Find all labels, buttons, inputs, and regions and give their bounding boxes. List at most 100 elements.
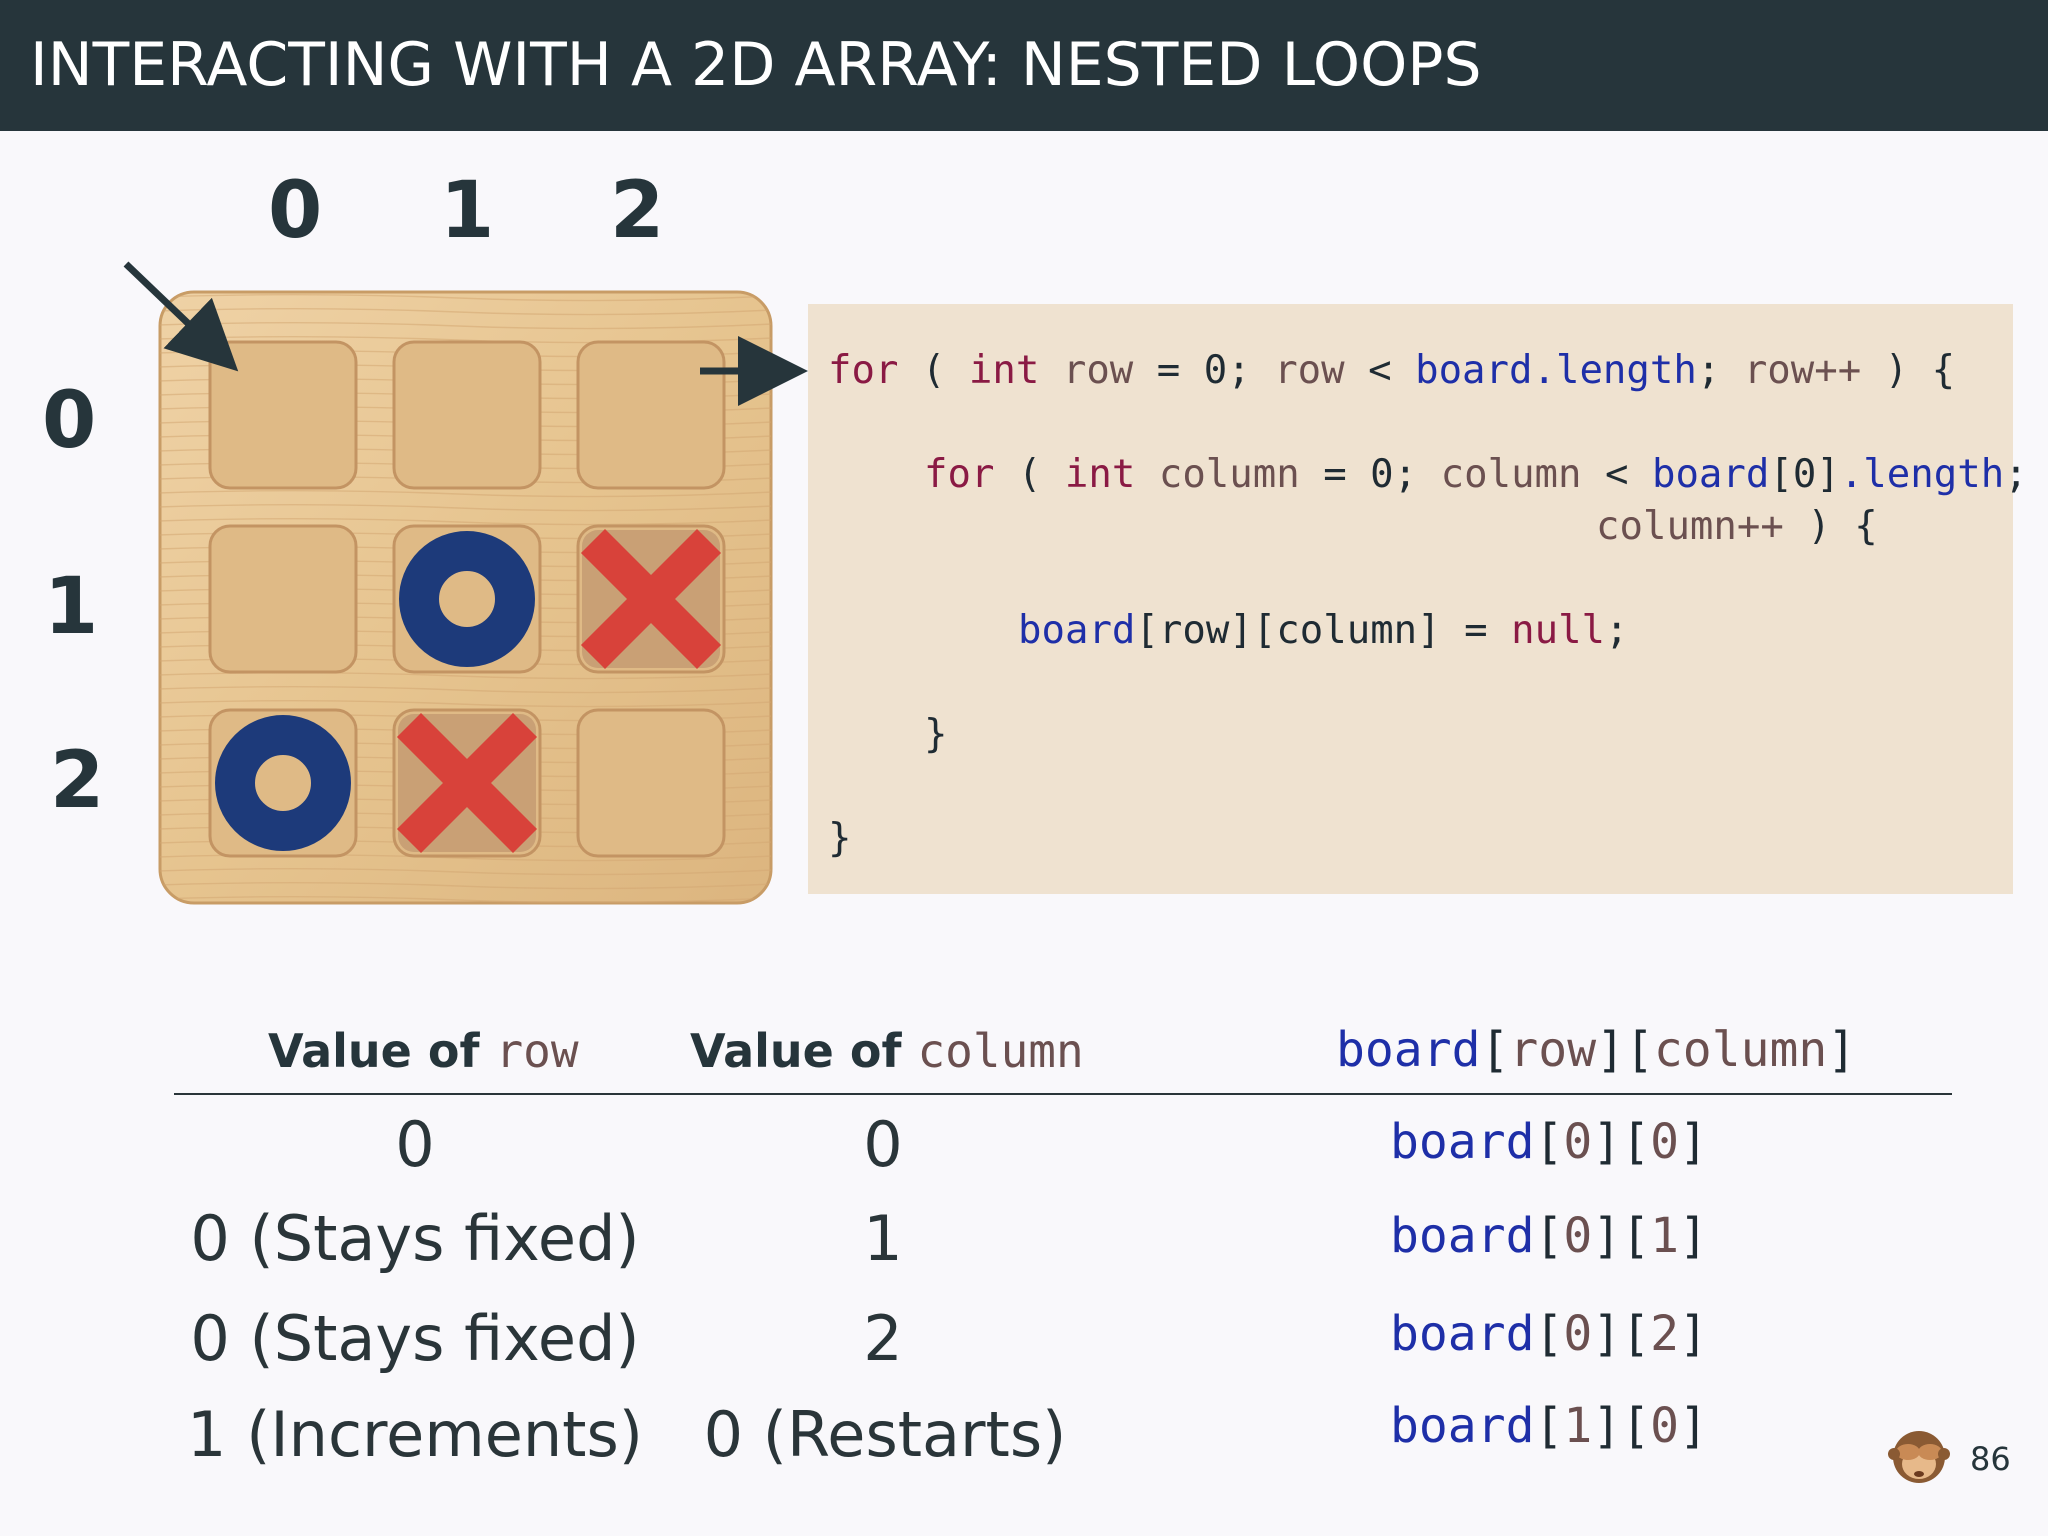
code-token: < xyxy=(1581,452,1652,497)
board-well xyxy=(392,340,542,490)
code-block: for ( int row = 0; row < board .length; r… xyxy=(808,304,2028,894)
slide-title: INTERACTING WITH A 2D ARRAY: NESTED LOOP… xyxy=(30,30,1482,100)
column-index-0: 0 xyxy=(268,166,323,256)
tic-tac-toe-board-image xyxy=(158,290,773,905)
header-row-value: Value of row xyxy=(268,1024,579,1078)
board-svg xyxy=(158,290,773,905)
expr-token: 1 xyxy=(1650,1208,1680,1264)
expr-token: [ xyxy=(1534,1114,1564,1170)
cell-column-value: 2 xyxy=(863,1302,903,1375)
code-token: board xyxy=(1651,452,1770,497)
code-token: = 0; xyxy=(1299,452,1441,497)
code-line-inner-for: for ( int column = 0; column < board[0].… xyxy=(924,452,2028,497)
board-well xyxy=(576,708,726,858)
code-token: ) { xyxy=(1861,348,1956,393)
code-token: .length xyxy=(1839,452,2005,497)
expr-token: board xyxy=(1390,1114,1535,1170)
code-token: = xyxy=(1440,608,1512,653)
header-text: Value of xyxy=(690,1024,918,1078)
row-index-1: 1 xyxy=(44,562,99,652)
code-token: [row][column] xyxy=(1135,608,1441,653)
header-token: row xyxy=(1509,1022,1597,1078)
title-bar: INTERACTING WITH A 2D ARRAY: NESTED LOOP… xyxy=(0,0,2048,131)
cell-row-value: 0 (Stays fixed) xyxy=(190,1202,640,1275)
cell-board-expression: board[1][0] xyxy=(1390,1398,1708,1454)
code-token: < xyxy=(1344,348,1416,393)
expr-token: 0 xyxy=(1563,1114,1593,1170)
code-token: int xyxy=(1064,452,1136,497)
code-token: column++ xyxy=(1596,504,1784,549)
header-token: [ xyxy=(1480,1022,1510,1078)
code-line-assign: board[row][column] = null; xyxy=(1018,608,1629,653)
cell-column-value: 1 xyxy=(863,1202,903,1275)
code-line-inner-for-cont: column++ ) { xyxy=(1596,504,1878,549)
expr-token: [ xyxy=(1534,1398,1564,1454)
code-token: board xyxy=(1018,608,1136,653)
code-token: int xyxy=(968,348,1040,393)
code-token: ( xyxy=(898,348,969,393)
cell-board-expression: board[0][0] xyxy=(1390,1114,1708,1170)
header-column-value: Value of column xyxy=(690,1024,1084,1078)
code-token: ) { xyxy=(1783,504,1878,549)
code-token: row++ xyxy=(1743,348,1862,393)
expr-token: ][ xyxy=(1592,1114,1651,1170)
cell-board-expression: board[0][2] xyxy=(1390,1306,1708,1362)
code-token: for xyxy=(924,452,995,497)
expr-token: [ xyxy=(1534,1208,1564,1264)
expr-token: ] xyxy=(1679,1114,1708,1170)
header-token: ] xyxy=(1827,1022,1857,1078)
expr-token: 0 xyxy=(1650,1398,1680,1454)
board-well xyxy=(208,340,358,490)
expr-token: ][ xyxy=(1592,1398,1651,1454)
code-token: column xyxy=(1440,452,1582,497)
board-well xyxy=(576,340,726,490)
expr-token: board xyxy=(1390,1306,1535,1362)
expr-token: ] xyxy=(1679,1306,1708,1362)
expr-token: 0 xyxy=(1563,1208,1593,1264)
cell-row-value: 0 xyxy=(395,1108,435,1181)
expr-token: 0 xyxy=(1563,1306,1593,1362)
expr-token: ][ xyxy=(1592,1208,1651,1264)
expr-token: [ xyxy=(1534,1306,1564,1362)
code-token: } xyxy=(924,712,948,757)
expr-token: 1 xyxy=(1563,1398,1593,1454)
expr-token: 2 xyxy=(1650,1306,1680,1362)
expr-token: board xyxy=(1390,1208,1535,1264)
header-token: ][ xyxy=(1596,1022,1654,1078)
code-token: ( xyxy=(994,452,1065,497)
code-token: ; xyxy=(1696,348,1744,393)
cell-row-value: 1 (Increments) xyxy=(187,1398,643,1471)
code-token: row xyxy=(1274,348,1345,393)
row-index-0: 0 xyxy=(42,376,97,466)
column-index-2: 2 xyxy=(610,166,665,256)
page-number: 86 xyxy=(1970,1440,2011,1478)
expr-token: ] xyxy=(1679,1208,1708,1264)
code-token: row xyxy=(1062,348,1134,393)
code-token: } xyxy=(828,816,852,861)
header-var: column xyxy=(917,1024,1084,1078)
see-no-evil-monkey-icon xyxy=(1888,1431,1950,1483)
header-token: board xyxy=(1336,1022,1481,1078)
header-token: column xyxy=(1653,1022,1828,1078)
header-board-expression: board[row][column] xyxy=(1336,1022,1856,1078)
cell-row-value: 0 (Stays fixed) xyxy=(190,1302,640,1375)
column-index-1: 1 xyxy=(440,166,495,256)
code-token: for xyxy=(828,348,899,393)
board-well xyxy=(208,524,358,674)
header-var: row xyxy=(495,1024,579,1078)
code-line-close-inner: } xyxy=(924,712,947,757)
code-line-close-outer: } xyxy=(828,816,851,861)
header-text: Value of xyxy=(268,1024,496,1078)
code-token: = 0; xyxy=(1133,348,1275,393)
code-token: null xyxy=(1511,608,1606,653)
expr-token: board xyxy=(1390,1398,1535,1454)
expr-token: ][ xyxy=(1592,1306,1651,1362)
cell-column-value: 0 (Restarts) xyxy=(703,1398,1067,1471)
code-token: ; xyxy=(2004,452,2028,497)
table-header-divider xyxy=(174,1093,1952,1095)
code-token: ; xyxy=(1605,608,1629,653)
code-line-outer-for: for ( int row = 0; row < board.length; r… xyxy=(828,348,1955,393)
code-token: [0] xyxy=(1769,452,1840,497)
cell-board-expression: board[0][1] xyxy=(1390,1208,1708,1264)
